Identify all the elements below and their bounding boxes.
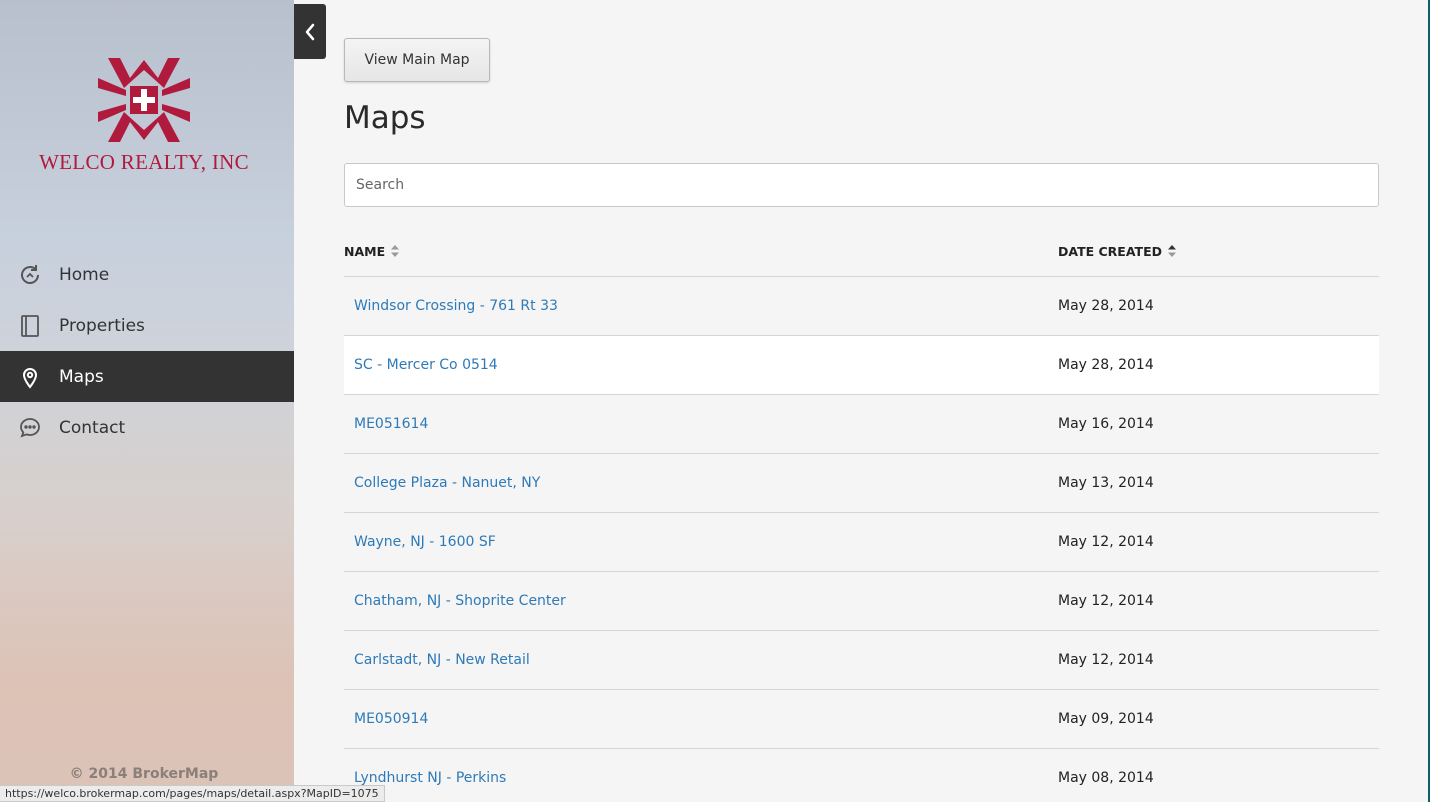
maps-table: NAME DATE CREATED Windsor Crossing - 761… [344, 226, 1379, 802]
map-name-link[interactable]: Lyndhurst NJ - Perkins [344, 770, 1058, 786]
sidebar-item-label: Contact [59, 417, 126, 438]
status-bar-url: https://welco.brokermap.com/pages/maps/d… [0, 785, 385, 802]
sidebar-item-maps[interactable]: Maps [0, 351, 294, 402]
column-header-name[interactable]: NAME [344, 244, 1058, 259]
sort-ascending-icon [1167, 245, 1176, 257]
sidebar-item-label: Home [59, 264, 110, 285]
table-row: Carlstadt, NJ - New Retail May 12, 2014 [344, 631, 1379, 690]
page-title: Maps [344, 100, 426, 136]
table-row: ME051614 May 16, 2014 [344, 395, 1379, 454]
map-date-created: May 12, 2014 [1058, 652, 1154, 668]
map-name-link[interactable]: Carlstadt, NJ - New Retail [344, 652, 1058, 668]
column-header-label: NAME [344, 243, 386, 259]
sidebar-collapse-button[interactable] [294, 4, 326, 59]
sidebar-item-label: Maps [59, 366, 104, 387]
map-name-link[interactable]: Wayne, NJ - 1600 SF [344, 534, 1058, 550]
map-name-link[interactable]: SC - Mercer Co 0514 [344, 357, 1058, 373]
sidebar-item-label: Properties [59, 315, 145, 336]
chat-bubble-icon [18, 416, 42, 440]
table-row: Windsor Crossing - 761 Rt 33 May 28, 201… [344, 277, 1379, 336]
map-date-created: May 12, 2014 [1058, 534, 1154, 550]
welco-logo-icon [98, 58, 190, 142]
sidebar: WELCO REALTY, INC Home Properties Maps C… [0, 0, 294, 802]
table-row: SC - Mercer Co 0514 May 28, 2014 [344, 336, 1379, 395]
table-row: Lyndhurst NJ - Perkins May 08, 2014 [344, 749, 1379, 802]
map-date-created: May 12, 2014 [1058, 593, 1154, 609]
map-date-created: May 08, 2014 [1058, 770, 1154, 786]
chevron-left-icon [305, 23, 315, 40]
view-main-map-button[interactable]: View Main Map [344, 38, 490, 82]
sidebar-nav: Home Properties Maps Contact [0, 249, 294, 453]
column-header-label: DATE CREATED [1058, 243, 1162, 259]
company-logo[interactable]: WELCO REALTY, INC [0, 58, 288, 175]
map-date-created: May 28, 2014 [1058, 298, 1154, 314]
column-header-date-created[interactable]: DATE CREATED [1058, 244, 1176, 259]
table-row: Chatham, NJ - Shoprite Center May 12, 20… [344, 572, 1379, 631]
table-row: Wayne, NJ - 1600 SF May 12, 2014 [344, 513, 1379, 572]
map-name-link[interactable]: Windsor Crossing - 761 Rt 33 [344, 298, 1058, 314]
copyright-text: © 2014 BrokerMap [69, 766, 219, 782]
refresh-circle-icon [18, 263, 42, 287]
sidebar-item-home[interactable]: Home [0, 249, 294, 300]
map-name-link[interactable]: College Plaza - Nanuet, NY [344, 475, 1058, 491]
map-name-link[interactable]: ME051614 [344, 416, 1058, 432]
table-row: College Plaza - Nanuet, NY May 13, 2014 [344, 454, 1379, 513]
table-header: NAME DATE CREATED [344, 226, 1379, 277]
map-name-link[interactable]: Chatham, NJ - Shoprite Center [344, 593, 1058, 609]
sidebar-item-properties[interactable]: Properties [0, 300, 294, 351]
company-name: WELCO REALTY, INC [39, 150, 249, 174]
map-date-created: May 13, 2014 [1058, 475, 1154, 491]
map-date-created: May 16, 2014 [1058, 416, 1154, 432]
sidebar-item-contact[interactable]: Contact [0, 402, 294, 453]
book-icon [18, 314, 42, 338]
map-pin-icon [18, 365, 42, 389]
map-name-link[interactable]: ME050914 [344, 711, 1058, 727]
search-input[interactable] [344, 163, 1379, 207]
table-row: ME050914 May 09, 2014 [344, 690, 1379, 749]
map-date-created: May 28, 2014 [1058, 357, 1154, 373]
map-date-created: May 09, 2014 [1058, 711, 1154, 727]
sort-unsorted-icon [391, 245, 400, 257]
